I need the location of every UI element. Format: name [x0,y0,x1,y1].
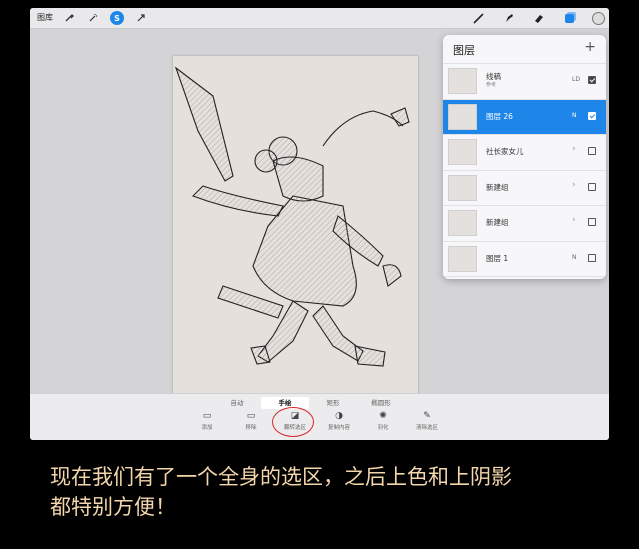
layer-row[interactable]: 图层 26 N [443,98,606,134]
caption: 现在我们有了一个全身的选区，之后上色和上阴影 都特别方便！ [50,462,610,522]
selection-tool-label: 添加 [201,425,213,431]
layer-row[interactable]: 新建组 › [443,169,606,205]
layer-name: 新建组 [486,182,509,192]
layers-icon[interactable] [562,11,576,25]
layer-row[interactable]: 新建组 › [443,205,606,240]
layer-row[interactable]: 图层 1 N [443,240,606,276]
clear-icon: ✎ [423,411,431,421]
smudge-icon[interactable] [502,11,516,25]
layer-row[interactable]: 线稿 参考 LD [443,63,606,98]
wrench-icon[interactable] [62,11,76,25]
selection-tool-button[interactable]: ✎ 清除选区 [407,411,447,432]
selection-tool-label: 移除 [245,425,257,431]
chevron-right-icon[interactable]: › [572,215,576,225]
chevron-right-icon[interactable]: › [572,180,576,190]
layer-thumbnail [448,68,477,94]
selection-tool-button[interactable]: ◑ 复制内容 [319,411,359,432]
add-icon: ▭ [202,411,212,421]
color-swatch-icon[interactable] [591,11,605,25]
brush-icon[interactable] [472,11,486,25]
eraser-icon[interactable] [532,11,546,25]
blend-mode-label[interactable]: N [572,254,577,261]
top-toolbar: 图库 S [30,8,609,29]
layer-visibility-checkbox[interactable] [588,111,596,120]
selection-tool-button[interactable]: ✺ 羽化 [363,411,403,432]
layer-thumbnail [448,210,477,236]
layer-name: 图层 1 [486,253,509,263]
layer-visibility-checkbox[interactable] [588,218,596,226]
layer-visibility-checkbox[interactable] [588,147,596,155]
gallery-button[interactable]: 图库 [37,12,53,23]
blend-mode-label[interactable]: LD [572,76,580,83]
add-layer-button[interactable]: + [584,39,596,55]
layer-visibility-checkbox[interactable] [588,76,596,84]
caption-line-1: 现在我们有了一个全身的选区，之后上色和上阴影 [50,465,512,489]
layer-name: 社长家女儿 [486,147,524,156]
layer-thumbnail [448,174,477,201]
selection-mode-tabs: 自动 手绘 矩形 椭圆形 [213,397,405,409]
chevron-right-icon[interactable]: › [572,144,576,154]
procreate-screen: 图库 S 图层 + 线稿 参考 LD 图层 26 N 社长家女儿 › 新建组 ›… [30,8,609,440]
remove-icon: ▭ [246,411,256,421]
drawing-canvas[interactable] [173,56,418,401]
layers-header: 图层 + [443,35,606,63]
layer-name: 图层 26 [486,111,513,121]
selection-tool-label: 清除选区 [415,425,438,431]
selection-s-icon[interactable]: S [110,11,124,25]
highlight-circle [272,407,314,437]
selection-mode-tab[interactable]: 矩形 [309,397,357,409]
line-art-illustration [174,66,410,367]
layer-subtitle: 参考 [486,82,497,88]
blend-mode-label[interactable]: N [572,112,577,119]
selection-mode-tab[interactable]: 椭圆形 [357,397,405,409]
layer-thumbnail [448,139,477,165]
transform-arrow-icon[interactable] [134,11,148,25]
layer-thumbnail [448,245,477,272]
layer-thumbnail [448,103,477,130]
selection-tool-label: 羽化 [377,425,389,431]
selection-toolbar: 自动 手绘 矩形 椭圆形 ▭ 添加 ▭ 移除 ◪ 翻转选区 ◑ 复制内容 ✺ 羽化 ✎ 清除选区 [30,393,609,440]
layer-visibility-checkbox[interactable] [588,182,596,191]
layer-visibility-checkbox[interactable] [588,253,596,262]
layers-panel: 图层 + 线稿参考LD图层 26N社长家女儿›新建组›新建组›图层 1N背景颜色 [443,35,606,279]
layer-name: 新建组 [486,218,509,227]
layers-title: 图层 [453,44,475,57]
selection-tool-button[interactable]: ▭ 添加 [187,411,227,432]
copy-content-icon: ◑ [335,411,343,421]
selection-tool-label: 复制内容 [327,425,350,431]
layer-row[interactable]: 社长家女儿 › [443,134,606,169]
feather-icon: ✺ [379,411,387,421]
magic-wand-icon[interactable] [86,11,100,25]
selection-tool-button[interactable]: ▭ 移除 [231,411,271,432]
selection-mode-tab[interactable]: 自动 [213,397,261,409]
caption-line-2: 都特别方便！ [50,495,176,519]
layer-row[interactable]: 背景颜色 [443,276,606,279]
